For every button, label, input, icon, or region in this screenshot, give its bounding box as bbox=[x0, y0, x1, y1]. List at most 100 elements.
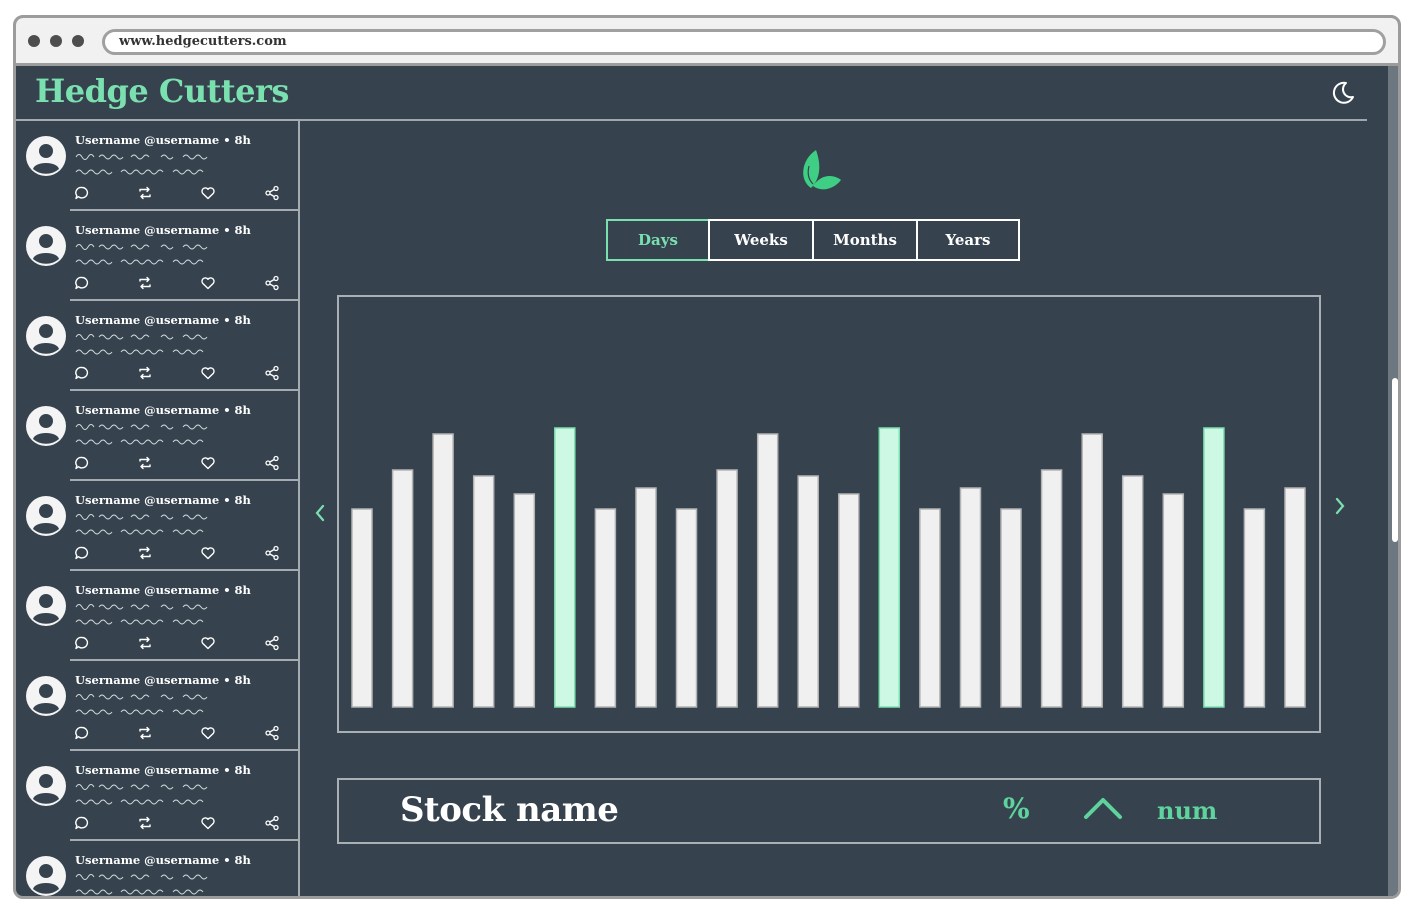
chart-bar-highlighted[interactable] bbox=[1203, 427, 1225, 708]
window-maximize-dot[interactable] bbox=[72, 35, 84, 47]
avatar[interactable] bbox=[25, 675, 67, 717]
post-username[interactable]: Username @username • 8h bbox=[75, 493, 251, 507]
feed-post[interactable]: Username @username • 8h bbox=[16, 391, 298, 481]
post-username[interactable]: Username @username • 8h bbox=[75, 133, 251, 147]
chart-bar[interactable] bbox=[1040, 469, 1063, 708]
address-bar[interactable]: www.hedgecutters.com bbox=[102, 29, 1386, 55]
post-username[interactable]: Username @username • 8h bbox=[75, 583, 251, 597]
brand-logo[interactable]: Hedge Cutters bbox=[35, 72, 289, 110]
feed-post[interactable]: Username @username • 8h bbox=[16, 751, 298, 841]
chart-bar[interactable] bbox=[594, 508, 617, 708]
post-body-placeholder bbox=[75, 331, 235, 357]
retweet-icon[interactable] bbox=[137, 365, 153, 381]
chart-prev-arrow[interactable] bbox=[313, 503, 327, 523]
avatar[interactable] bbox=[25, 495, 67, 537]
chart-bar[interactable] bbox=[391, 469, 414, 708]
heart-icon[interactable] bbox=[200, 815, 216, 831]
comment-icon[interactable] bbox=[74, 455, 90, 471]
chart-next-arrow[interactable] bbox=[1333, 496, 1347, 516]
retweet-icon[interactable] bbox=[137, 455, 153, 471]
stock-summary[interactable]: Stock name % num bbox=[337, 778, 1321, 844]
chart-bar[interactable] bbox=[919, 508, 941, 708]
comment-icon[interactable] bbox=[74, 635, 90, 651]
share-icon[interactable] bbox=[264, 365, 280, 381]
share-icon[interactable] bbox=[264, 185, 280, 201]
comment-icon[interactable] bbox=[74, 545, 90, 561]
chart-bar[interactable] bbox=[1081, 433, 1103, 708]
chart-bar[interactable] bbox=[716, 469, 738, 708]
stock-percent: % bbox=[1003, 792, 1030, 825]
share-icon[interactable] bbox=[264, 815, 280, 831]
post-username[interactable]: Username @username • 8h bbox=[75, 853, 251, 867]
retweet-icon[interactable] bbox=[137, 275, 153, 291]
avatar[interactable] bbox=[25, 855, 67, 896]
chart-bar[interactable] bbox=[1000, 508, 1022, 708]
heart-icon[interactable] bbox=[200, 275, 216, 291]
heart-icon[interactable] bbox=[200, 185, 216, 201]
feed-post[interactable]: Username @username • 8h bbox=[16, 481, 298, 571]
chart-bar-highlighted[interactable] bbox=[554, 427, 576, 708]
chart-bar[interactable] bbox=[432, 433, 454, 708]
post-feed[interactable]: Username @username • 8h Username @usernam… bbox=[16, 119, 300, 896]
share-icon[interactable] bbox=[264, 455, 280, 471]
retweet-icon[interactable] bbox=[137, 725, 153, 741]
heart-icon[interactable] bbox=[200, 545, 216, 561]
chart-bar[interactable] bbox=[838, 493, 860, 708]
retweet-icon[interactable] bbox=[137, 545, 153, 561]
avatar[interactable] bbox=[25, 585, 67, 627]
post-username[interactable]: Username @username • 8h bbox=[75, 313, 251, 327]
avatar[interactable] bbox=[25, 405, 67, 447]
chart-bar[interactable] bbox=[472, 475, 495, 708]
tab-months[interactable]: Months bbox=[812, 219, 918, 261]
heart-icon[interactable] bbox=[200, 365, 216, 381]
tab-weeks[interactable]: Weeks bbox=[708, 219, 814, 261]
post-username[interactable]: Username @username • 8h bbox=[75, 763, 251, 777]
feed-post[interactable]: Username @username • 8h bbox=[16, 301, 298, 391]
window-minimize-dot[interactable] bbox=[50, 35, 62, 47]
retweet-icon[interactable] bbox=[137, 635, 153, 651]
window-close-dot[interactable] bbox=[28, 35, 40, 47]
tab-years[interactable]: Years bbox=[916, 219, 1020, 261]
chart-bar[interactable] bbox=[959, 487, 982, 708]
feed-post[interactable]: Username @username • 8h bbox=[16, 661, 298, 751]
chart-bar[interactable] bbox=[635, 487, 657, 708]
heart-icon[interactable] bbox=[200, 635, 216, 651]
heart-icon[interactable] bbox=[200, 725, 216, 741]
feed-post[interactable]: Username @username • 8h bbox=[16, 211, 298, 301]
post-username[interactable]: Username @username • 8h bbox=[75, 403, 251, 417]
retweet-icon[interactable] bbox=[137, 185, 153, 201]
post-username[interactable]: Username @username • 8h bbox=[75, 673, 251, 687]
retweet-icon[interactable] bbox=[137, 815, 153, 831]
chart-bar[interactable] bbox=[513, 493, 536, 708]
chart-bar[interactable] bbox=[351, 508, 373, 708]
tab-days[interactable]: Days bbox=[606, 219, 710, 261]
avatar[interactable] bbox=[25, 765, 67, 807]
scrollbar-thumb[interactable] bbox=[1392, 378, 1398, 542]
share-icon[interactable] bbox=[264, 275, 280, 291]
avatar[interactable] bbox=[25, 135, 67, 177]
chart-bar[interactable] bbox=[797, 475, 819, 708]
comment-icon[interactable] bbox=[74, 815, 90, 831]
moon-icon[interactable] bbox=[1330, 80, 1356, 106]
heart-icon[interactable] bbox=[200, 455, 216, 471]
feed-post[interactable]: Username @username • 8h bbox=[16, 841, 298, 896]
comment-icon[interactable] bbox=[74, 365, 90, 381]
share-icon[interactable] bbox=[264, 725, 280, 741]
post-username[interactable]: Username @username • 8h bbox=[75, 223, 251, 237]
feed-post[interactable]: Username @username • 8h bbox=[16, 571, 298, 661]
share-icon[interactable] bbox=[264, 635, 280, 651]
avatar[interactable] bbox=[25, 225, 67, 267]
comment-icon[interactable] bbox=[74, 275, 90, 291]
chart-bar-highlighted[interactable] bbox=[878, 427, 901, 708]
avatar[interactable] bbox=[25, 315, 67, 357]
feed-post[interactable]: Username @username • 8h bbox=[16, 121, 298, 211]
chart-bar[interactable] bbox=[1284, 487, 1306, 708]
comment-icon[interactable] bbox=[74, 185, 90, 201]
chart-bar[interactable] bbox=[1162, 493, 1185, 708]
chart-bar[interactable] bbox=[1121, 475, 1144, 708]
chart-bar[interactable] bbox=[675, 508, 698, 708]
share-icon[interactable] bbox=[264, 545, 280, 561]
chart-bar[interactable] bbox=[1243, 508, 1266, 708]
chart-bar[interactable] bbox=[756, 433, 779, 708]
comment-icon[interactable] bbox=[74, 725, 90, 741]
